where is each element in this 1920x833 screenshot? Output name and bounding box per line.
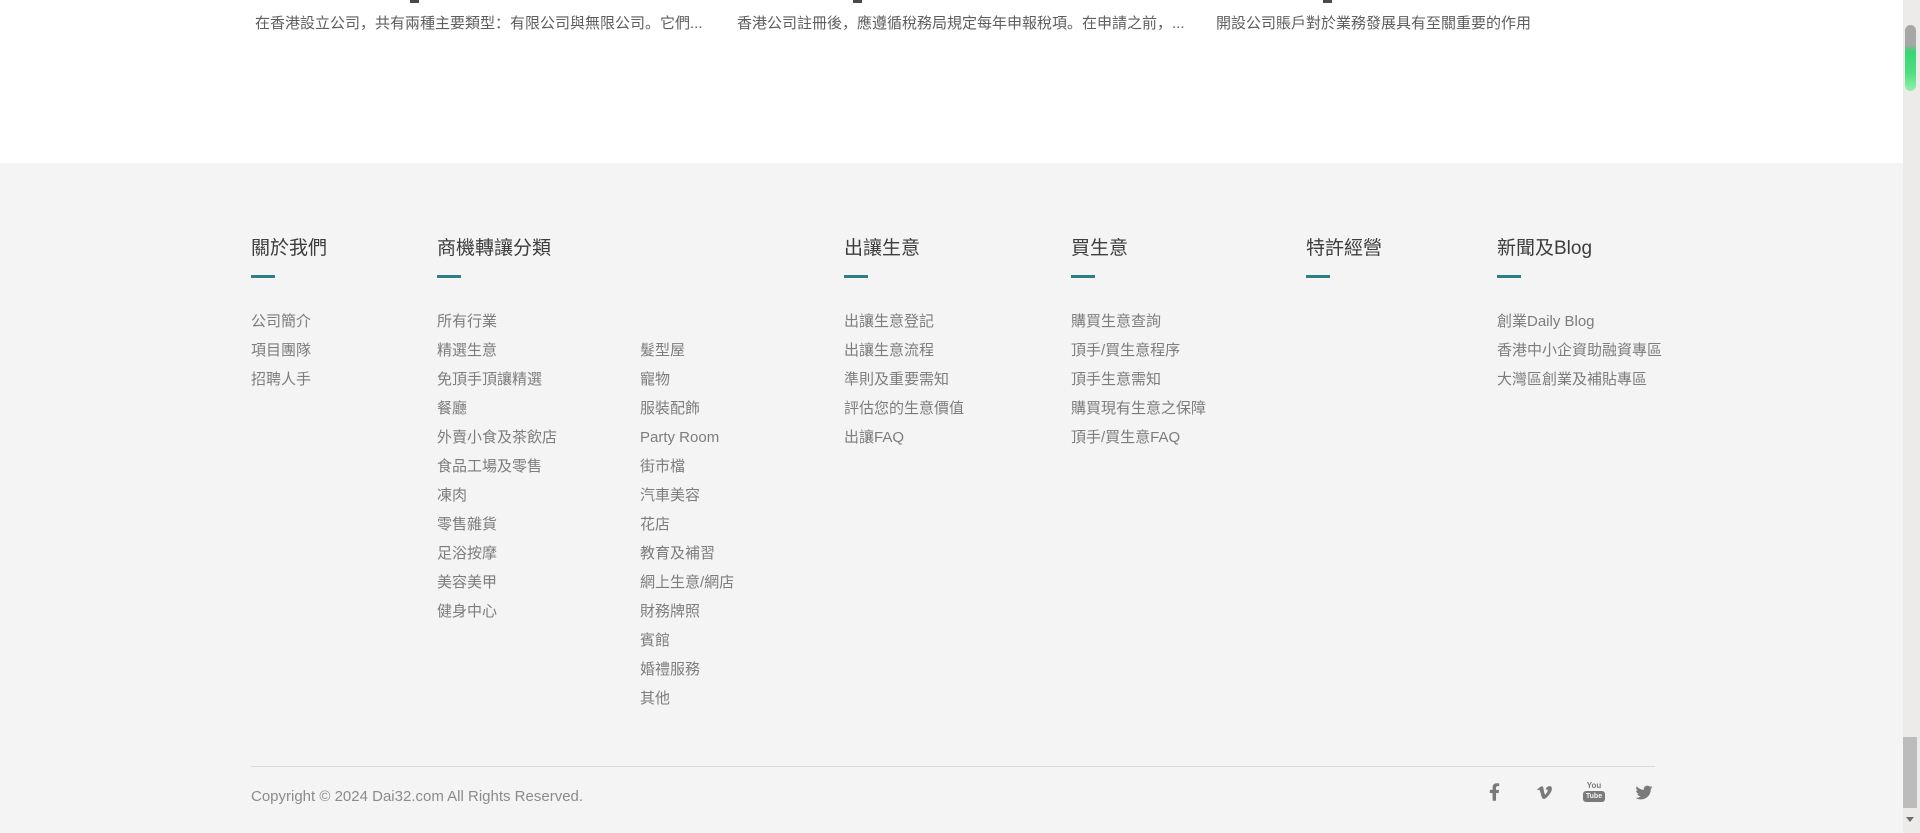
cropped-text-fragment — [853, 0, 862, 3]
footer-column-buy-business: 買生意 購買生意查詢 頂手/買生意程序 頂手生意需知 購買現有生意之保障 頂手/… — [1071, 237, 1206, 452]
footer-link[interactable]: 準則及重要需知 — [844, 365, 964, 394]
twitter-link[interactable] — [1630, 778, 1658, 806]
footer-link[interactable]: 髮型屋 — [640, 336, 734, 365]
footer-link[interactable]: 精選生意 — [437, 336, 557, 365]
youtube-link[interactable]: You Tube — [1580, 778, 1608, 806]
footer-link[interactable]: 婚禮服務 — [640, 655, 734, 684]
footer-link[interactable]: 香港中小企資助融資專區 — [1497, 336, 1662, 365]
footer-link[interactable]: 其他 — [640, 684, 734, 713]
footer-link[interactable]: 服裝配飾 — [640, 394, 734, 423]
scroll-down-button[interactable] — [1903, 808, 1917, 833]
footer-links-list: 公司簡介 項目團隊 招聘人手 — [251, 307, 327, 394]
footer-link[interactable]: 零售雜貨 — [437, 510, 557, 539]
blog-excerpt-3: 開設公司賬戶對於業務發展具有至關重要的作用 — [1216, 12, 1531, 33]
footer-link[interactable]: 購買現有生意之保障 — [1071, 394, 1206, 423]
footer-link[interactable]: 所有行業 — [437, 307, 557, 336]
footer-link[interactable]: 公司簡介 — [251, 307, 327, 336]
footer-link[interactable]: 頂手生意需知 — [1071, 365, 1206, 394]
footer-link[interactable]: 賓館 — [640, 626, 734, 655]
scroll-progress-indicator — [1905, 25, 1916, 91]
footer-link[interactable]: 街市檔 — [640, 452, 734, 481]
footer-link[interactable]: 出讓生意登記 — [844, 307, 964, 336]
vimeo-icon — [1535, 784, 1554, 801]
footer-link[interactable]: Party Room — [640, 423, 734, 452]
footer-link[interactable]: 足浴按摩 — [437, 539, 557, 568]
footer-link[interactable]: 花店 — [640, 510, 734, 539]
footer-links-list: 購買生意查詢 頂手/買生意程序 頂手生意需知 購買現有生意之保障 頂手/買生意F… — [1071, 307, 1206, 452]
accent-underline — [1071, 275, 1095, 278]
footer-column-sell-business: 出讓生意 出讓生意登記 出讓生意流程 準則及重要需知 評估您的生意價值 出讓FA… — [844, 237, 964, 452]
footer-column-categories: 商機轉讓分類 所有行業 精選生意 免頂手頂讓精選 餐廳 外賣小食及茶飲店 食品工… — [437, 237, 557, 626]
copyright-text: Copyright © 2024 Dai32.com All Rights Re… — [251, 788, 583, 805]
footer-link[interactable]: 健身中心 — [437, 597, 557, 626]
footer-link[interactable]: 食品工場及零售 — [437, 452, 557, 481]
footer-link[interactable]: 招聘人手 — [251, 365, 327, 394]
accent-underline — [1497, 275, 1521, 278]
facebook-link[interactable] — [1480, 778, 1508, 806]
footer-link[interactable]: 免頂手頂讓精選 — [437, 365, 557, 394]
footer-links-list: 出讓生意登記 出讓生意流程 準則及重要需知 評估您的生意價值 出讓FAQ — [844, 307, 964, 452]
footer-link[interactable]: 教育及補習 — [640, 539, 734, 568]
footer-link[interactable]: 評估您的生意價值 — [844, 394, 964, 423]
footer-link[interactable]: 出讓生意流程 — [844, 336, 964, 365]
blog-excerpt-1: 在香港設立公司，共有兩種主要類型：有限公司與無限公司。它們... — [255, 12, 703, 33]
youtube-icon: You Tube — [1583, 782, 1605, 802]
footer-link[interactable]: 汽車美容 — [640, 481, 734, 510]
twitter-icon — [1634, 784, 1654, 801]
footer-links-list: 髮型屋 寵物 服裝配飾 Party Room 街市檔 汽車美容 花店 教育及補習… — [640, 336, 734, 713]
footer-link[interactable]: 外賣小食及茶飲店 — [437, 423, 557, 452]
footer-column-title: 新聞及Blog — [1497, 237, 1662, 261]
footer-column-title: 商機轉讓分類 — [437, 237, 557, 261]
social-links: You Tube — [1480, 778, 1658, 806]
footer-links-list: 所有行業 精選生意 免頂手頂讓精選 餐廳 外賣小食及茶飲店 食品工場及零售 凍肉… — [437, 307, 557, 626]
footer-column-about: 關於我們 公司簡介 項目團隊 招聘人手 — [251, 237, 327, 394]
footer-link[interactable]: 頂手/買生意FAQ — [1071, 423, 1206, 452]
footer-divider — [251, 766, 1655, 767]
vimeo-link[interactable] — [1530, 778, 1558, 806]
chevron-down-icon — [1906, 817, 1914, 822]
footer-link[interactable]: 頂手/買生意程序 — [1071, 336, 1206, 365]
footer-column-title: 買生意 — [1071, 237, 1206, 261]
footer-link[interactable]: 網上生意/網店 — [640, 568, 734, 597]
blog-excerpt-2: 香港公司註冊後，應遵循稅務局規定每年申報稅項。在申請之前，... — [737, 12, 1185, 33]
footer-link[interactable]: 寵物 — [640, 365, 734, 394]
footer-column-news-blog: 新聞及Blog 創業Daily Blog 香港中小企資助融資專區 大灣區創業及補… — [1497, 237, 1662, 394]
site-footer: 關於我們 公司簡介 項目團隊 招聘人手 商機轉讓分類 所有行業 精選生意 免頂手… — [0, 163, 1920, 833]
footer-links-list: 創業Daily Blog 香港中小企資助融資專區 大灣區創業及補貼專區 — [1497, 307, 1662, 394]
footer-link[interactable]: 凍肉 — [437, 481, 557, 510]
footer-column-title: 特許經營 — [1306, 237, 1382, 261]
footer-link[interactable]: 餐廳 — [437, 394, 557, 423]
footer-link[interactable]: 美容美甲 — [437, 568, 557, 597]
footer-link[interactable]: 大灣區創業及補貼專區 — [1497, 365, 1662, 394]
accent-underline — [844, 275, 868, 278]
footer-column-franchise: 特許經營 — [1306, 237, 1382, 278]
footer-link[interactable]: 項目團隊 — [251, 336, 327, 365]
cropped-text-fragment — [410, 0, 419, 3]
footer-link[interactable]: 出讓FAQ — [844, 423, 964, 452]
scrollbar-track[interactable] — [1903, 0, 1920, 833]
accent-underline — [437, 275, 461, 278]
footer-column-title: 關於我們 — [251, 237, 327, 261]
facebook-icon — [1489, 782, 1500, 802]
cropped-text-fragment — [1323, 0, 1332, 3]
footer-link[interactable]: 購買生意查詢 — [1071, 307, 1206, 336]
accent-underline — [251, 275, 275, 278]
scrollbar-thumb[interactable] — [1903, 737, 1917, 808]
footer-column-title: 出讓生意 — [844, 237, 964, 261]
footer-link[interactable]: 創業Daily Blog — [1497, 307, 1662, 336]
accent-underline — [1306, 275, 1330, 278]
footer-link[interactable]: 財務牌照 — [640, 597, 734, 626]
